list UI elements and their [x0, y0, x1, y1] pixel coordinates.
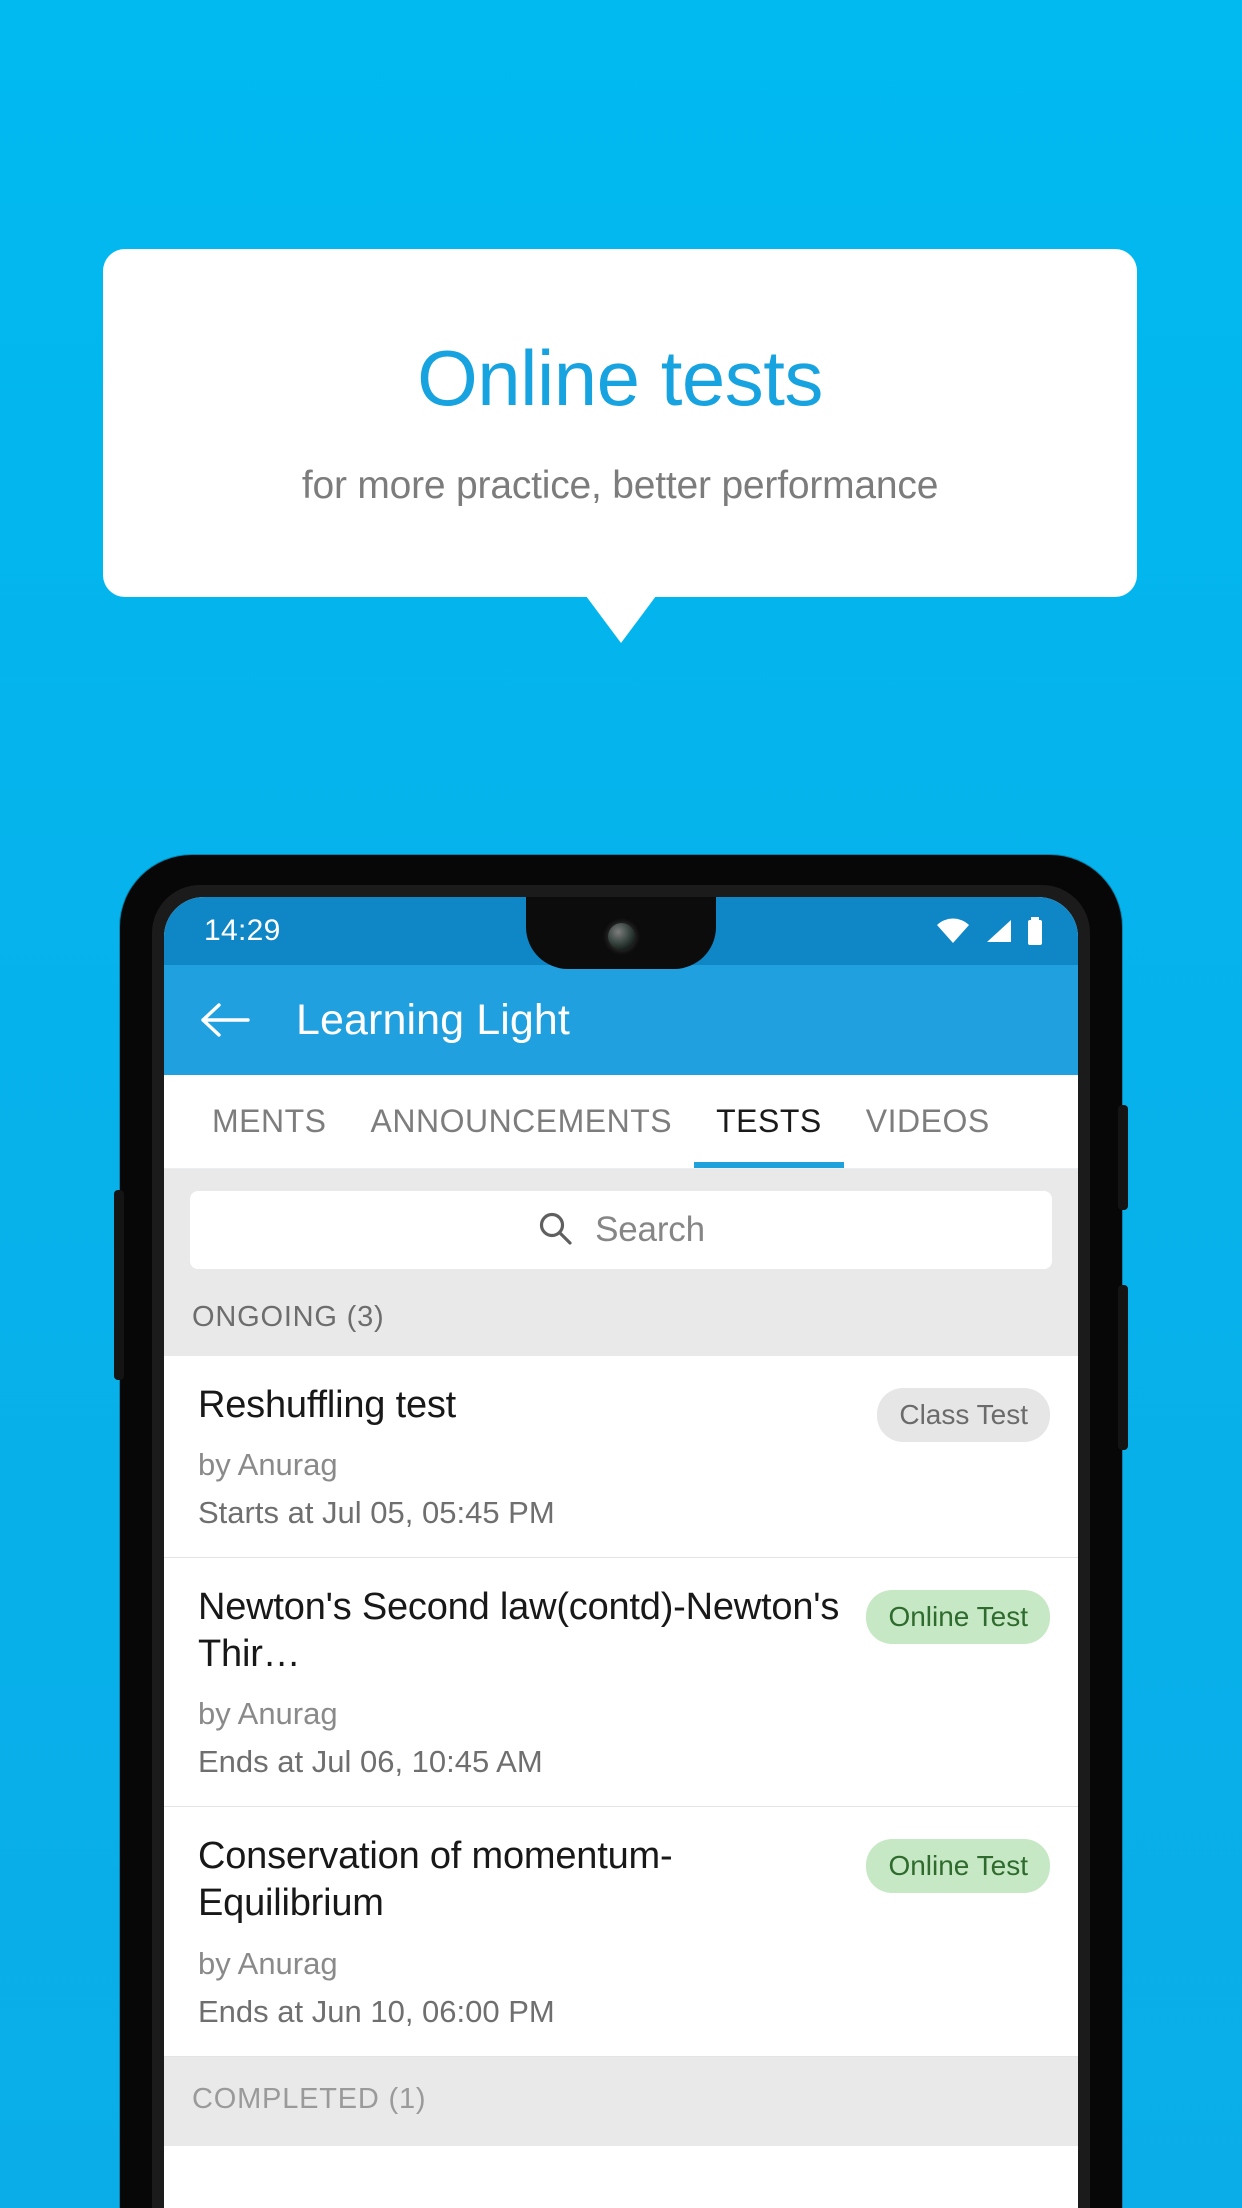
- promo-screenshot: Online tests for more practice, better p…: [0, 0, 1242, 2208]
- tab-assignments[interactable]: MENTS: [190, 1075, 349, 1168]
- status-badge: Class Test: [877, 1388, 1050, 1442]
- promo-subtitle: for more practice, better performance: [301, 463, 939, 507]
- section-header-completed: COMPLETED (1): [164, 2056, 1078, 2146]
- test-item-content: Reshuffling test by Anurag Starts at Jul…: [198, 1382, 861, 1531]
- phone-left-button: [114, 1190, 124, 1380]
- phone-power-button: [1118, 1285, 1128, 1450]
- test-item-content: Conservation of momentum-Equilibrium by …: [198, 1833, 850, 2029]
- back-arrow-icon[interactable]: [198, 993, 252, 1047]
- battery-icon: [1026, 917, 1044, 945]
- search-placeholder: Search: [595, 1210, 705, 1249]
- app-bar-title: Learning Light: [296, 995, 570, 1044]
- test-item-content: Newton's Second law(contd)-Newton's Thir…: [198, 1584, 850, 1780]
- test-title: Conservation of momentum-Equilibrium: [198, 1835, 673, 1925]
- test-schedule: Ends at Jun 10, 06:00 PM: [198, 1993, 555, 2029]
- search-icon: [537, 1210, 573, 1251]
- test-title: Reshuffling test: [198, 1384, 457, 1426]
- status-bar-time: 14:29: [204, 914, 281, 947]
- test-list-item[interactable]: Newton's Second law(contd)-Newton's Thir…: [164, 1558, 1078, 1808]
- test-author: by Anurag: [198, 1945, 338, 1981]
- phone-screen: 14:29 Learning Light MENTS ANNOUNCEMENTS…: [164, 897, 1078, 2208]
- test-author: by Anurag: [198, 1447, 338, 1483]
- status-bar-icons: [936, 917, 1044, 945]
- phone-volume-button: [1118, 1105, 1128, 1210]
- phone-bezel: 14:29 Learning Light MENTS ANNOUNCEMENTS…: [152, 885, 1090, 2208]
- test-list-item[interactable]: Reshuffling test by Anurag Starts at Jul…: [164, 1356, 1078, 1559]
- signal-icon: [983, 918, 1013, 944]
- phone-mockup: 14:29 Learning Light MENTS ANNOUNCEMENTS…: [114, 855, 1128, 2208]
- test-author: by Anurag: [198, 1696, 338, 1732]
- search-container: Search: [164, 1169, 1078, 1289]
- test-list-item[interactable]: Conservation of momentum-Equilibrium by …: [164, 1807, 1078, 2057]
- app-bar: Learning Light: [164, 965, 1078, 1075]
- status-badge: Online Test: [866, 1839, 1050, 1894]
- display-notch: [526, 897, 716, 969]
- section-header-ongoing: ONGOING (3): [164, 1289, 1078, 1356]
- test-title: Newton's Second law(contd)-Newton's Thir…: [198, 1586, 840, 1676]
- tab-announcements[interactable]: ANNOUNCEMENTS: [349, 1075, 695, 1168]
- search-input[interactable]: Search: [190, 1191, 1052, 1269]
- tab-videos[interactable]: VIDEOS: [844, 1075, 1012, 1168]
- tab-bar: MENTS ANNOUNCEMENTS TESTS VIDEOS: [164, 1075, 1078, 1169]
- status-badge: Online Test: [866, 1590, 1050, 1645]
- promo-title: Online tests: [417, 334, 823, 423]
- promo-callout-tail: [586, 596, 656, 643]
- test-schedule: Starts at Jul 05, 05:45 PM: [198, 1495, 555, 1531]
- test-schedule: Ends at Jul 06, 10:45 AM: [198, 1744, 543, 1780]
- promo-callout-card: Online tests for more practice, better p…: [103, 249, 1137, 597]
- front-camera-icon: [607, 922, 635, 950]
- wifi-icon: [936, 918, 970, 944]
- tab-tests[interactable]: TESTS: [694, 1075, 844, 1168]
- status-bar: 14:29: [164, 897, 1078, 969]
